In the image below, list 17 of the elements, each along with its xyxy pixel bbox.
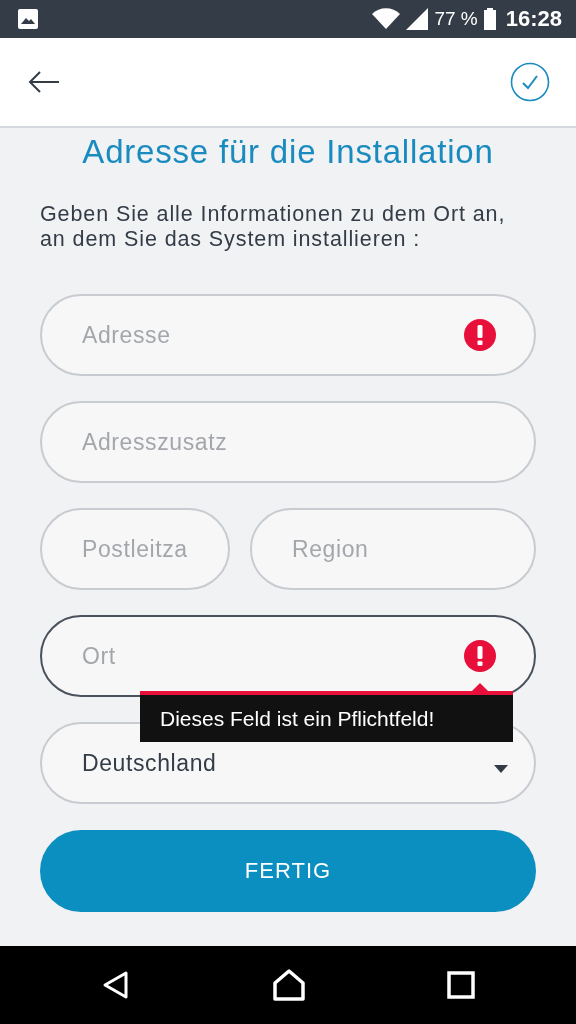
page-title: Adresse für die Installation [81, 132, 495, 172]
instructions-text: Geben Sie alle Informationen zu dem Ort an, an dem Sie das System installieren : [40, 202, 507, 252]
recent-apps-icon[interactable] [447, 971, 476, 999]
battery-icon [483, 8, 496, 30]
battery-percentage: 77 % [434, 8, 478, 30]
image-icon [18, 9, 38, 29]
clock: 16:28 [505, 6, 562, 32]
dropdown-caret-icon [494, 765, 508, 773]
tooltip-pointer [472, 683, 488, 691]
signal-icon [406, 8, 429, 30]
confirm-check-icon[interactable] [510, 62, 550, 102]
error-tooltip: Dieses Feld ist ein Pflichtfeld! [140, 691, 513, 742]
text-field[interactable]: Ort [40, 615, 536, 697]
back-arrow-icon[interactable] [28, 70, 60, 94]
submit-button[interactable]: FERTIG [40, 830, 536, 912]
wifi-icon [372, 8, 401, 30]
home-nav-icon[interactable] [272, 969, 306, 1001]
